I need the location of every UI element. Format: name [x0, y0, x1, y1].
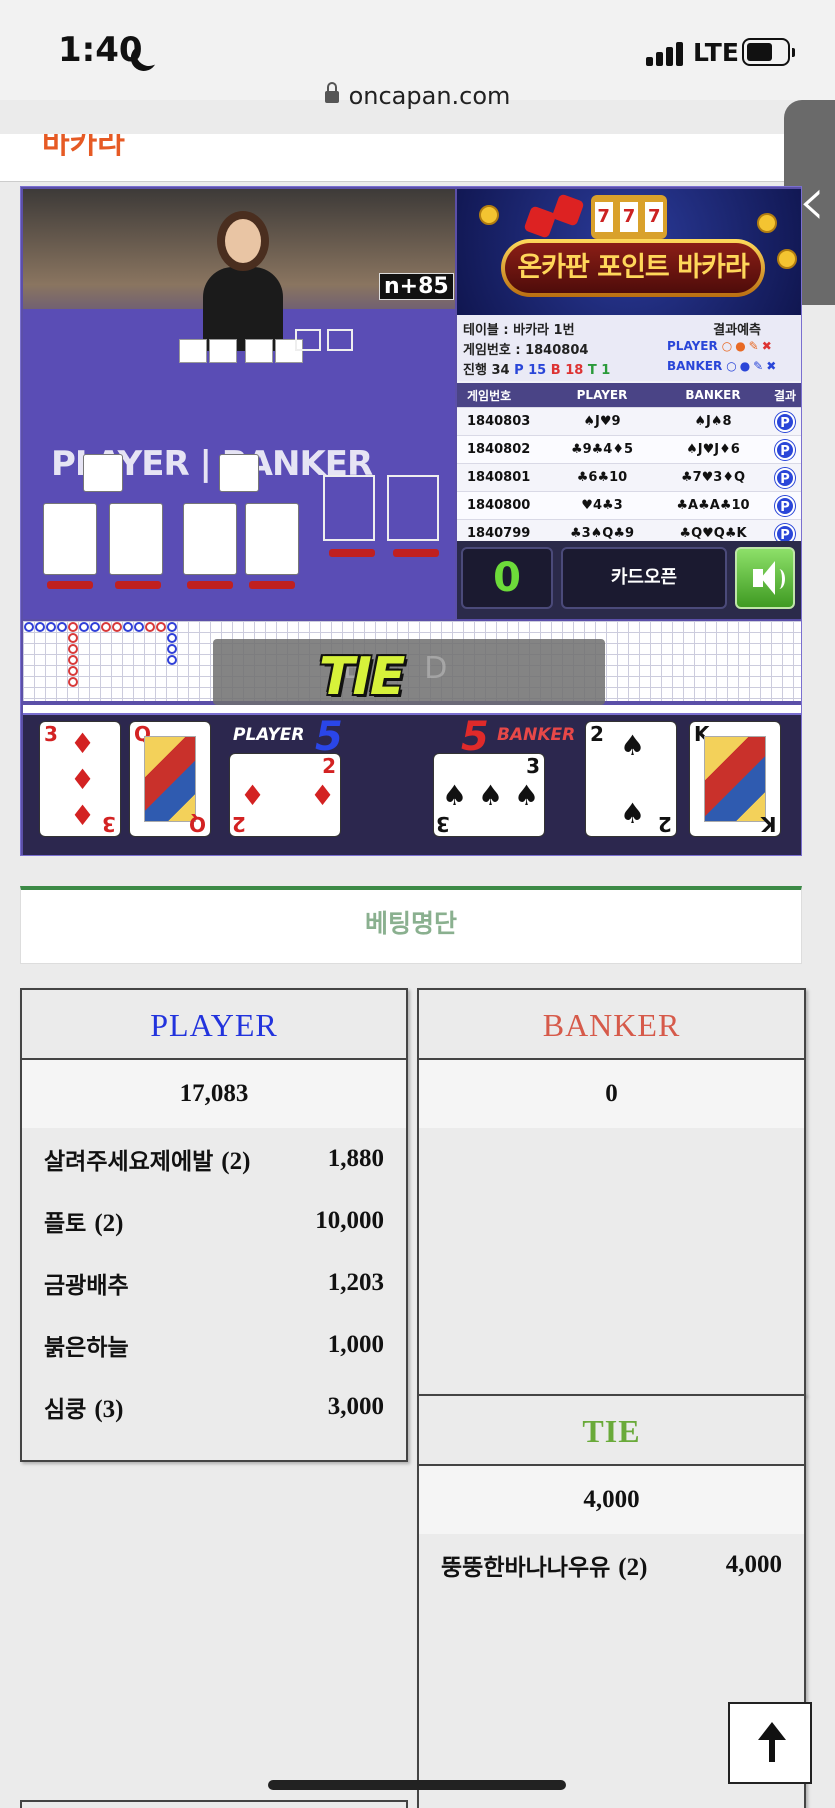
table-name: 테이블 : 바카라 1번: [463, 323, 575, 338]
roadmap-dot: [112, 622, 122, 632]
predict-player-row[interactable]: PLAYER ○●✎✖: [667, 339, 775, 353]
camera-counter: n+85: [379, 273, 454, 300]
predict-label: 결과예측: [713, 323, 761, 338]
roadmap-dot: [68, 622, 78, 632]
banker-score-label: BANKER: [497, 725, 576, 745]
url-text: oncapan.com: [348, 82, 511, 110]
history-row: 1840800 ♥4♣3 ♣A♣A♣10 P: [457, 492, 801, 520]
tie-bets-header: TIE: [419, 1396, 804, 1466]
signal-icon: [646, 40, 686, 66]
banker-card: K K: [689, 721, 781, 837]
card-open-button[interactable]: 카드오픈: [561, 547, 727, 609]
player-win-badge: P: [775, 467, 795, 488]
roadmap-dot: [68, 633, 78, 643]
game-info: 테이블 : 바카라 1번 게임번호 : 1840804 진행 34 P 15 B…: [457, 315, 801, 381]
network-type: LTE: [693, 38, 739, 67]
player-win-badge: P: [775, 411, 795, 432]
roadmap-dot: [57, 622, 67, 632]
bettor-row: 붉은하늘 1,000: [44, 1331, 384, 1361]
player-score: 5: [315, 714, 343, 760]
betting-list-title: 베팅명단: [20, 886, 802, 964]
banker-bets-total: 0: [419, 1060, 804, 1128]
game-number: 게임번호 : 1840804: [463, 343, 589, 358]
game-info-panel: 777 온카판 포인트 바카라 테이블 : 바카라 1번 게임번호 : 1840…: [457, 189, 801, 619]
result-overlay: B D: [213, 639, 605, 705]
roadmap-dot: [68, 644, 78, 654]
sound-toggle-button[interactable]: [735, 547, 795, 609]
roadmap-dot: [167, 633, 177, 643]
roadmap-dot: [35, 622, 45, 632]
clock: 1:40: [58, 30, 143, 70]
tie-bets-total: 4,000: [419, 1466, 804, 1534]
result-banner: TIE: [319, 647, 405, 707]
roadmap-dot: [68, 655, 78, 665]
address-bar[interactable]: oncapan.com: [0, 82, 835, 134]
bettor-row: 살려주세요제에발 (2) 1,880: [44, 1145, 384, 1175]
player-card: Q Q: [129, 721, 211, 837]
banker-bets-column: BANKER 0: [417, 988, 806, 1396]
live-video: n+85 PLAYER | BANKER: [23, 189, 455, 619]
bettor-row: 금광배추 1,203: [44, 1269, 384, 1299]
player-win-badge: P: [775, 495, 795, 516]
banker-score: 5: [461, 714, 489, 760]
roadmap-dot: [167, 622, 177, 632]
history-row: 1840803 ♠J♥9 ♠J♠8 P: [457, 408, 801, 436]
dealer: [203, 219, 283, 351]
roadmap-dot: [90, 622, 100, 632]
promo-banner: 777 온카판 포인트 바카라: [457, 189, 801, 315]
roadmap-dot: [46, 622, 56, 632]
roadmap-dot: [79, 622, 89, 632]
roadmap-dot: [123, 622, 133, 632]
history-row: 1840802 ♣9♣4♦5 ♠J♥J♦6 P: [457, 436, 801, 464]
bettor-row: 뚱뚱한바나나우유 (2) 4,000: [441, 1551, 782, 1581]
result-cards: 3 ♦ ♦ ♦ 3 Q Q PLAYER 5 ♦ ♦ 2 2 5 BANKER …: [23, 713, 801, 855]
player-card: 3 ♦ ♦ ♦ 3: [39, 721, 121, 837]
player-bets-total: 17,083: [22, 1060, 406, 1128]
player-card-rotated: ♦ ♦ 2 2: [229, 753, 341, 837]
home-indicator[interactable]: [268, 1780, 566, 1790]
history-row: 1840801 ♣6♣10 ♣7♥3♦Q P: [457, 464, 801, 492]
chevron-left-icon: ‹: [798, 160, 826, 242]
battery-icon: [742, 38, 795, 66]
roadmap-dot: [167, 644, 177, 654]
banker-card: 2 ♠ ♠ 2: [585, 721, 677, 837]
roadmap-dot: [68, 677, 78, 687]
slot-machine-icon: 777: [591, 195, 667, 239]
roadmap-dot: [68, 666, 78, 676]
game-controls: 0 카드오픈: [457, 541, 801, 619]
page-title: 바카라: [42, 134, 125, 161]
roadmap-dot: [167, 655, 177, 665]
player-win-badge: P: [775, 439, 795, 460]
progress-stats: 진행 34 P 15 B 18 T 1: [463, 363, 611, 378]
roadmap-dot: [134, 622, 144, 632]
banker-bets-header: BANKER: [419, 990, 804, 1060]
history-header: 게임번호 PLAYER BANKER 결과: [457, 383, 801, 408]
player-score-label: PLAYER: [233, 725, 305, 745]
roadmap-dot: [145, 622, 155, 632]
next-column-edge: [20, 1800, 408, 1808]
roadmap-dot: [24, 622, 34, 632]
history-table: 게임번호 PLAYER BANKER 결과 1840803 ♠J♥9 ♠J♠8 P 1840…: [457, 383, 801, 548]
lock-icon: [324, 82, 339, 103]
bettor-row: 플토 (2) 10,000: [44, 1207, 384, 1237]
banker-card-rotated: ♠ ♠ ♠ 3 3: [433, 753, 545, 837]
countdown: 0: [461, 547, 553, 609]
tie-count: T 1: [587, 363, 611, 378]
game-screen: n+85 PLAYER | BANKER 777 온카판 포인트 바카라: [20, 186, 802, 856]
bettor-row: 심쿵 (3) 3,000: [44, 1393, 384, 1423]
roadmap-dot: [101, 622, 111, 632]
scroll-to-top-button[interactable]: [728, 1702, 812, 1784]
banner-title: 온카판 포인트 바카라: [505, 243, 761, 293]
page-header: 바카라: [0, 134, 835, 182]
roadmap-dot: [156, 622, 166, 632]
speaker-icon: [753, 561, 775, 595]
player-bets-header: PLAYER: [22, 990, 406, 1060]
banker-count: B 18: [550, 363, 584, 378]
player-count: P 15: [514, 363, 547, 378]
player-bets-column: PLAYER 17,083 살려주세요제에발 (2) 1,880 플토 (2) 10…: [20, 988, 408, 1462]
predict-banker-row[interactable]: BANKER ○●✎✖: [667, 359, 779, 373]
